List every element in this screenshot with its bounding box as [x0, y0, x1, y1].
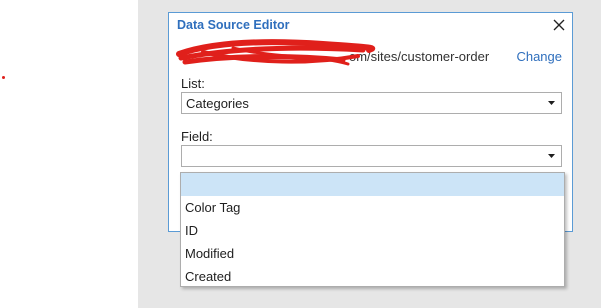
dialog-title: Data Source Editor [177, 18, 290, 32]
list-select[interactable]: Categories [181, 92, 562, 114]
redaction-scribble [176, 39, 376, 66]
dropdown-option-id[interactable]: ID [181, 219, 564, 242]
change-link[interactable]: Change [516, 49, 562, 64]
list-select-value: Categories [186, 96, 249, 111]
close-icon [553, 19, 565, 31]
dropdown-option-created[interactable]: Created [181, 265, 564, 288]
dropdown-option-color-tag[interactable]: Color Tag [181, 196, 564, 219]
field-select[interactable] [181, 145, 562, 167]
dropdown-option-modified[interactable]: Modified [181, 242, 564, 265]
stray-mark [2, 76, 5, 79]
list-label: List: [181, 76, 205, 91]
field-label: Field: [181, 129, 213, 144]
dropdown-option-empty[interactable] [181, 173, 564, 196]
dropdown-arrow-icon [548, 154, 555, 158]
close-button[interactable] [550, 16, 568, 34]
field-dropdown-list: Color Tag ID Modified Created [180, 172, 565, 287]
dropdown-arrow-icon [548, 101, 555, 105]
source-url-row: om/sites/customer-order Change [176, 39, 564, 66]
